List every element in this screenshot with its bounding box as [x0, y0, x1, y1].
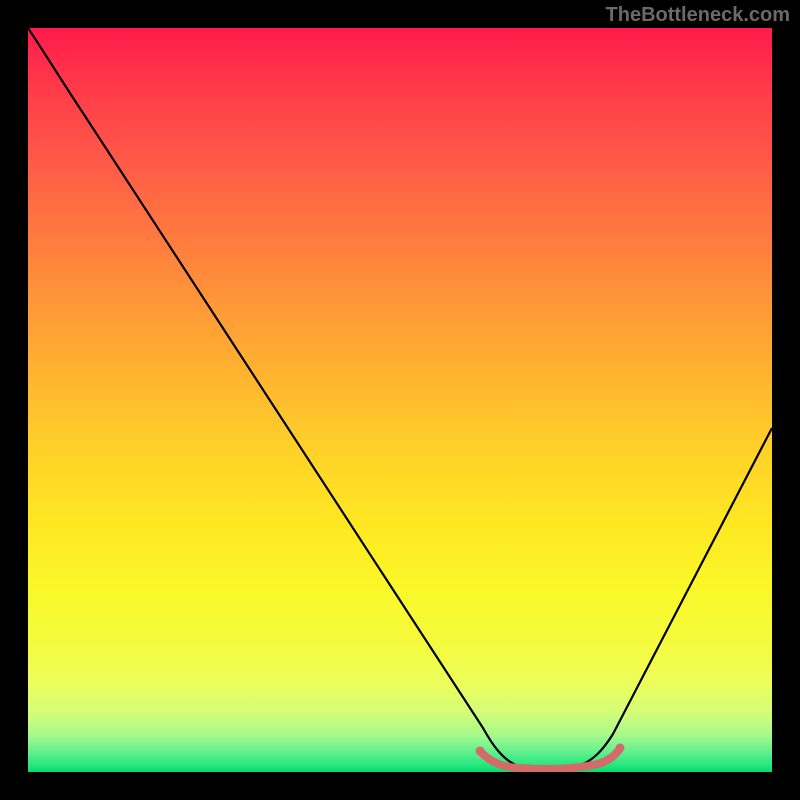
chart-svg: [28, 28, 772, 772]
bottleneck-curve-line: [28, 28, 772, 769]
chart-frame: [0, 0, 800, 800]
marker-start-cap: [476, 747, 485, 756]
plot-area: [28, 28, 772, 772]
attribution-text: TheBottleneck.com: [606, 4, 790, 27]
marker-end-cap: [616, 744, 625, 753]
